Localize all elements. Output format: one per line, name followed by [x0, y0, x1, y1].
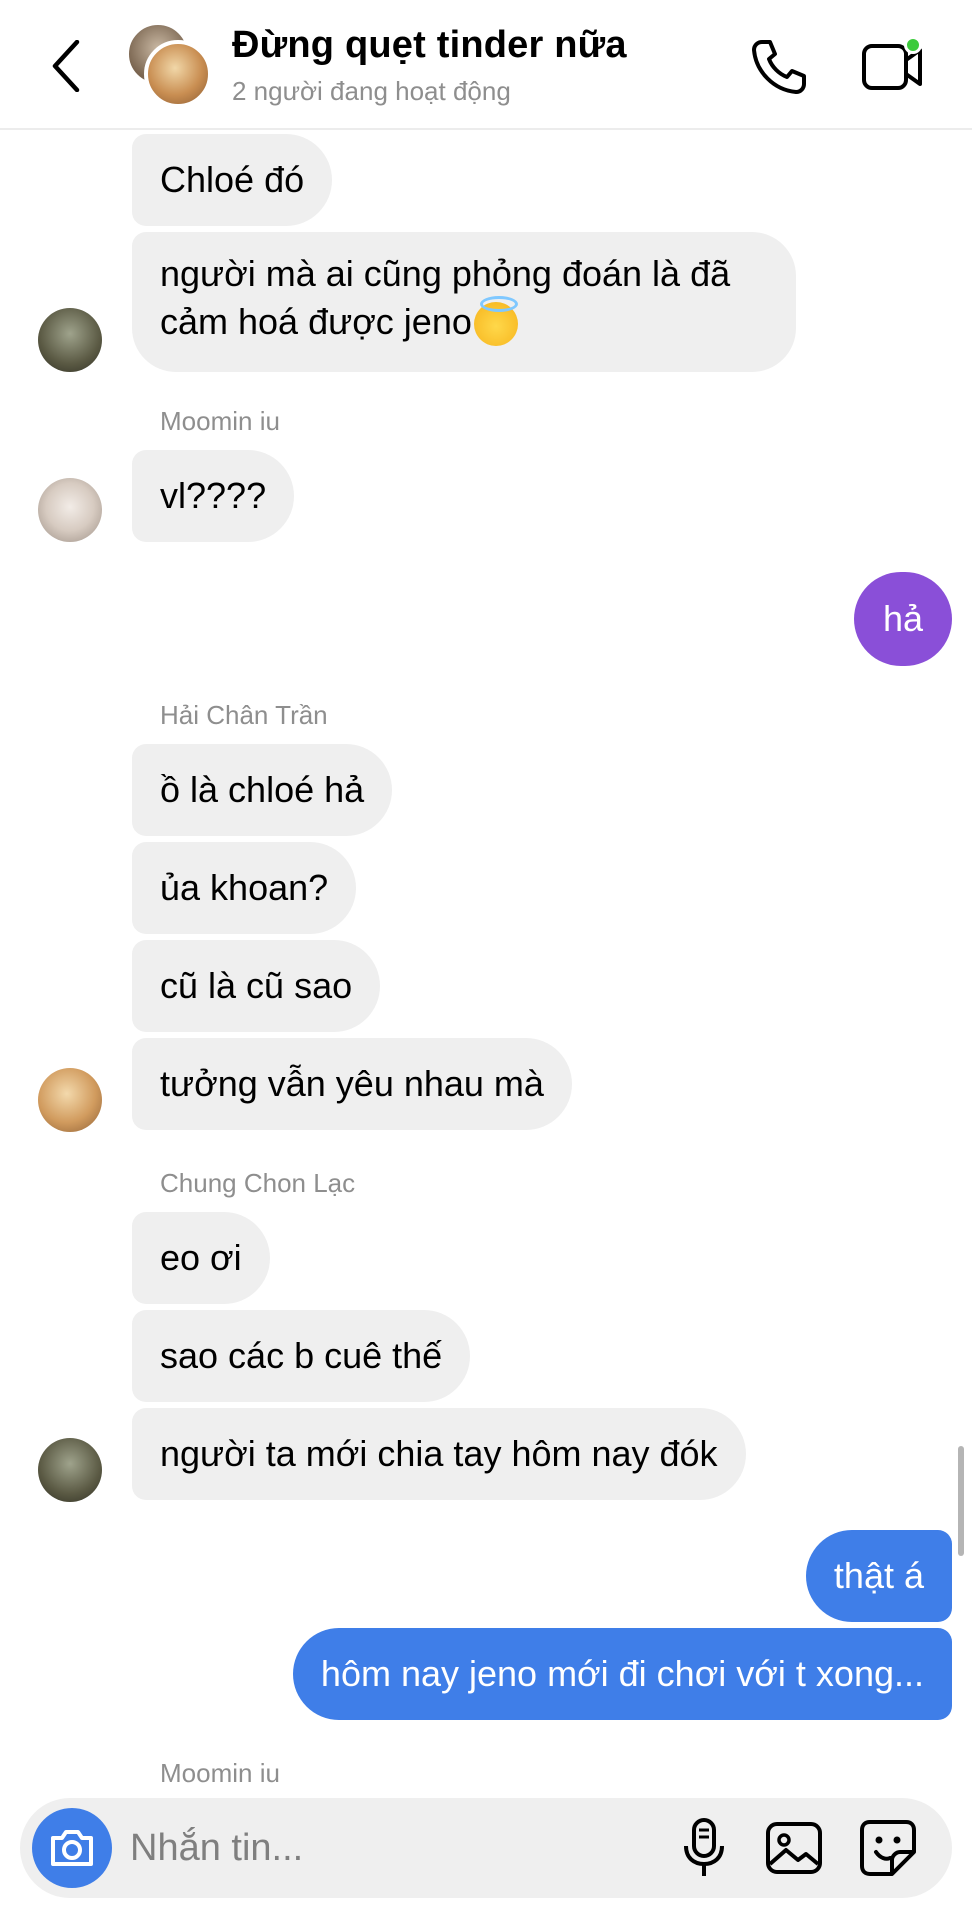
microphone-icon	[684, 1818, 724, 1876]
chat-header: Đừng quẹt tinder nữa 2 người đang hoạt đ…	[0, 0, 972, 130]
sender-avatar[interactable]	[38, 1438, 102, 1502]
chat-title[interactable]: Đừng quẹt tinder nữa	[232, 24, 627, 67]
message-bubble-incoming[interactable]: sao các b cuê thế	[132, 1310, 471, 1402]
active-status: 2 người đang hoạt động	[232, 76, 511, 106]
sticker-icon	[860, 1820, 916, 1876]
phone-icon	[752, 40, 806, 94]
voice-call-button[interactable]	[748, 36, 810, 98]
back-button[interactable]	[44, 36, 88, 96]
online-indicator	[904, 36, 922, 54]
message-input[interactable]	[130, 1818, 650, 1878]
sender-name: Moomin iu	[160, 406, 280, 436]
message-text: cảm hoá được jeno	[160, 301, 472, 342]
camera-icon	[51, 1830, 93, 1866]
scrollbar[interactable]	[958, 1446, 964, 1556]
sender-name: Hải Chân Trần	[160, 700, 328, 730]
message-bubble-incoming[interactable]: người ta mới chia tay hôm nay đók	[132, 1408, 746, 1500]
message-bubble-incoming[interactable]: người mà ai cũng phỏng đoán là đã cảm ho…	[132, 232, 796, 372]
group-avatar-member-2	[144, 40, 212, 108]
gallery-icon	[766, 1822, 822, 1874]
sticker-button[interactable]	[856, 1816, 920, 1880]
back-icon	[52, 40, 80, 92]
emoji-halo-icon	[473, 296, 518, 347]
message-bubble-incoming[interactable]: vl????	[132, 450, 295, 542]
message-line: người mà ai cũng phỏng đoán là đã	[160, 253, 731, 294]
message-bubble-outgoing[interactable]: hả	[854, 572, 952, 666]
message-bubble-incoming[interactable]: eo ơi	[132, 1212, 270, 1304]
message-bubble-outgoing[interactable]: thật á	[805, 1530, 952, 1622]
sender-avatar[interactable]	[38, 308, 102, 372]
gallery-button[interactable]	[762, 1816, 826, 1880]
message-bubble-incoming[interactable]: tưởng vẫn yêu nhau mà	[132, 1038, 572, 1130]
camera-button[interactable]	[32, 1808, 112, 1888]
sender-name: Moomin iu	[160, 1758, 280, 1788]
group-avatar[interactable]	[126, 22, 212, 108]
message-bubble-incoming[interactable]: cũ là cũ sao	[132, 940, 381, 1032]
message-bubble-incoming[interactable]: ủa khoan?	[132, 842, 357, 934]
voice-message-button[interactable]	[672, 1816, 736, 1880]
message-bubble-incoming[interactable]: Chloé đó	[132, 134, 333, 226]
message-line-with-emoji: cảm hoá được jeno	[160, 296, 518, 347]
sender-avatar[interactable]	[38, 1068, 102, 1132]
sender-name: Chung Chon Lạc	[160, 1168, 356, 1198]
message-bubble-outgoing[interactable]: hôm nay jeno mới đi chơi với t xong...	[292, 1628, 952, 1720]
message-bubble-incoming[interactable]: ồ là chloé hả	[132, 744, 393, 836]
sender-avatar[interactable]	[38, 478, 102, 542]
